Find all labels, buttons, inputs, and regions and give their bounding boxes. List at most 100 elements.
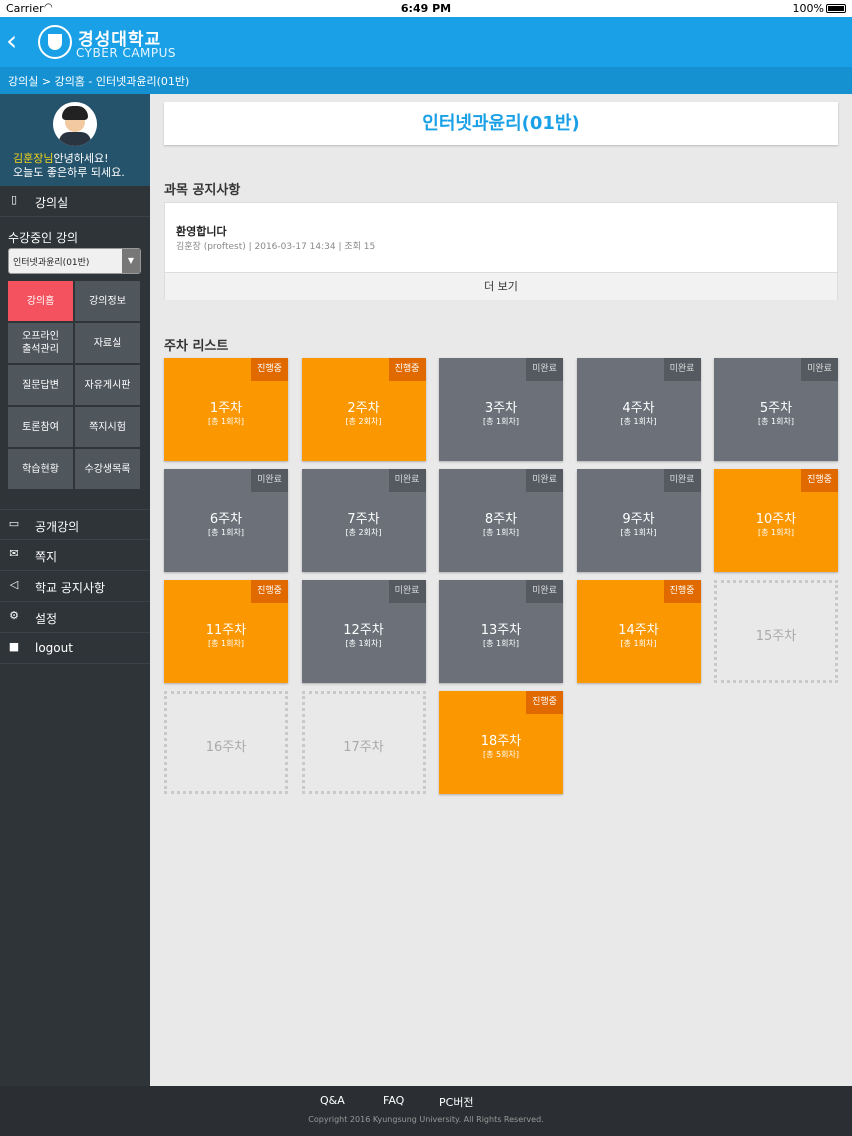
session-count: [총 1회차] [208, 528, 244, 537]
weeks-section-title: 주차 리스트 [164, 339, 229, 354]
week-label: 2주차 [347, 401, 380, 416]
user-name: 김훈장님 [13, 152, 54, 165]
course-menu-button[interactable]: 질문답변 [8, 365, 73, 405]
week-tile[interactable]: 15주차 [714, 580, 838, 683]
week-tile[interactable]: 미완료 9주차 [총 1회차] [576, 469, 701, 572]
back-button[interactable]: ‹ [6, 27, 28, 57]
notice-title[interactable]: 환영합니다 [176, 223, 227, 239]
week-label: 18주차 [480, 734, 522, 749]
sidebar-item-classroom[interactable]: ▯ 강의실 [0, 186, 150, 217]
app-header: ‹ 경성대학교 CYBER CAMPUS [0, 17, 852, 67]
course-menu-button[interactable]: 토론참여 [8, 407, 73, 447]
week-tile[interactable]: 미완료 7주차 [총 2회차] [301, 469, 426, 572]
week-tile[interactable]: 미완료 12주차 [총 1회차] [301, 580, 426, 683]
sidebar-item-open-lectures[interactable]: ▭ 공개강의 [0, 509, 150, 540]
session-count: [총 1회차] [208, 639, 244, 648]
copyright: Copyright 2016 Kyungsung University. All… [308, 1115, 544, 1124]
more-button[interactable]: 더 보기 [165, 272, 837, 300]
notice-section-title: 과목 공지사항 [164, 183, 241, 198]
week-tile[interactable]: 미완료 5주차 [총 1회차] [714, 358, 838, 461]
greeting: 김훈장님안녕하세요! 오늘도 좋은하루 되세요. [13, 152, 125, 180]
status-badge: 미완료 [526, 469, 563, 492]
session-count: [총 1회차] [345, 639, 382, 648]
course-menu-button[interactable]: 자료실 [75, 323, 140, 363]
course-menu-button[interactable]: 강의홈 [8, 281, 73, 321]
notice-card: 환영합니다 김훈장 (proftest) | 2016-03-17 14:34 … [164, 202, 838, 300]
course-menu-button[interactable]: 쪽지시험 [75, 407, 140, 447]
course-menu-button[interactable]: 오프라인 출석관리 [8, 323, 73, 363]
sidebar-item-label: 강의실 [35, 196, 69, 210]
sidebar-item-label: 학교 공지사항 [35, 581, 106, 595]
course-menu-label: 토론참여 [22, 421, 59, 433]
selected-course: 인터넷과윤리(01반) [13, 258, 90, 268]
course-menu-button[interactable]: 수강생목록 [75, 449, 140, 489]
week-tile[interactable]: 진행중 18주차 [총 5회차] [439, 691, 563, 794]
status-badge: 진행중 [801, 469, 838, 492]
sidebar-item-logout[interactable]: ■ logout [0, 633, 150, 664]
faq-link[interactable]: FAQ [383, 1094, 404, 1107]
course-menu-button[interactable]: 학습현황 [8, 449, 73, 489]
status-badge: 미완료 [388, 469, 426, 492]
week-label: 6주차 [209, 512, 243, 527]
sidebar-item-messages[interactable]: ✉ 쪽지 [0, 540, 150, 571]
sidebar-item-label: 설정 [35, 612, 58, 626]
sidebar-item-settings[interactable]: ⚙ 설정 [0, 602, 150, 633]
user-profile: 김훈장님안녕하세요! 오늘도 좋은하루 되세요. [0, 94, 150, 186]
course-menu-button[interactable]: 자유게시판 [75, 365, 140, 405]
status-badge: 미완료 [251, 469, 288, 492]
course-menu-label: 질문답변 [22, 379, 59, 391]
week-tile[interactable]: 미완료 8주차 [총 1회차] [439, 469, 563, 572]
session-count: [총 2회차] [345, 417, 382, 426]
breadcrumb: 강의실 > 강의홈 - 인터넷과윤리(01반) [0, 67, 852, 94]
course-menu-label: 학습현황 [22, 463, 59, 475]
week-label: 5주차 [759, 401, 793, 416]
week-label: 12주차 [343, 623, 384, 638]
sidebar-item-school-notices[interactable]: ◁ 학교 공지사항 [0, 571, 150, 602]
clock: 6:49 PM [400, 2, 452, 15]
speaker-icon: ◁ [9, 578, 19, 591]
sidebar-item-label: 쪽지 [35, 550, 58, 564]
session-count: [총 1회차] [483, 639, 519, 648]
university-emblem-icon [38, 25, 72, 59]
week-label: 14주차 [618, 623, 659, 638]
gear-icon: ⚙ [9, 609, 19, 622]
week-label: 13주차 [480, 623, 522, 638]
session-count: [총 1회차] [620, 528, 657, 537]
week-label: 17주차 [343, 740, 384, 755]
course-menu-button[interactable]: 강의정보 [75, 281, 140, 321]
avatar [53, 102, 97, 146]
greeting-text: 안녕하세요! [53, 152, 109, 165]
status-badge: 미완료 [526, 358, 563, 381]
week-tile[interactable]: 17주차 [301, 691, 426, 794]
week-tile[interactable]: 진행중 11주차 [총 1회차] [164, 580, 288, 683]
status-badge: 미완료 [526, 580, 563, 603]
course-menu-label: 강의정보 [89, 295, 126, 307]
week-tile[interactable]: 미완료 4주차 [총 1회차] [576, 358, 701, 461]
battery-percent: 100% [792, 2, 824, 15]
notice-meta: 김훈장 (proftest) | 2016-03-17 14:34 | 조회 1… [176, 242, 376, 252]
status-bar: Carrier ◠ 6:49 PM 100% [0, 0, 852, 17]
week-tile[interactable]: 진행중 14주차 [총 1회차] [576, 580, 701, 683]
sidebar-item-label: logout [35, 641, 73, 655]
week-tile[interactable]: 진행중 1주차 [총 1회차] [164, 358, 288, 461]
course-menu-label: 수강생목록 [84, 463, 131, 475]
week-tile[interactable]: 미완료 13주차 [총 1회차] [439, 580, 563, 683]
current-courses-label: 수강중인 강의 [8, 231, 79, 245]
status-badge: 미완료 [663, 358, 701, 381]
week-tile[interactable]: 진행중 10주차 [총 1회차] [714, 469, 838, 572]
session-count: [총 1회차] [758, 528, 794, 537]
session-count: [총 1회차] [758, 417, 794, 426]
week-label: 4주차 [622, 401, 655, 416]
week-label: 15주차 [755, 629, 797, 644]
qna-link[interactable]: Q&A [320, 1094, 345, 1107]
week-tile[interactable]: 미완료 3주차 [총 1회차] [439, 358, 563, 461]
pc-version-link[interactable]: PC버전 [439, 1094, 474, 1110]
week-tile[interactable]: 진행중 2주차 [총 2회차] [301, 358, 426, 461]
course-select[interactable]: 인터넷과윤리(01반) ▼ [8, 248, 141, 274]
status-badge: 진행중 [251, 358, 288, 381]
week-tile[interactable]: 미완료 6주차 [총 1회차] [164, 469, 288, 572]
week-tile[interactable]: 16주차 [164, 691, 288, 794]
week-label: 7주차 [347, 512, 380, 527]
course-menu-label: 쪽지시험 [89, 421, 126, 433]
week-label: 10주차 [755, 512, 797, 527]
